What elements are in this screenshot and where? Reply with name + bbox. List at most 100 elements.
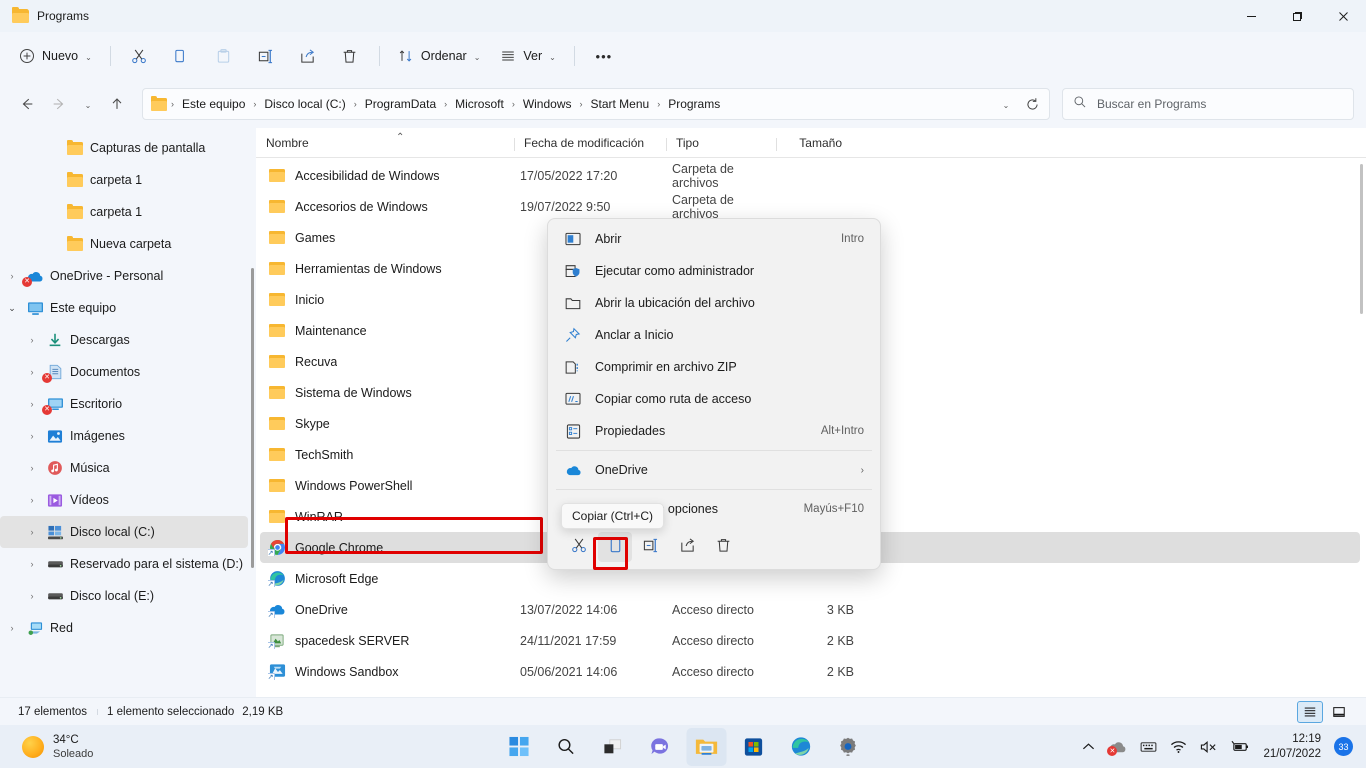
column-header-date[interactable]: Fecha de modificación: [514, 136, 666, 157]
sidebar-item-m-sica[interactable]: › Música: [0, 452, 248, 484]
column-header-type[interactable]: Tipo: [666, 136, 776, 157]
chevron-right-icon[interactable]: ›: [4, 271, 20, 281]
wifi-icon[interactable]: [1170, 740, 1187, 754]
sidebar-item-disco-local-c[interactable]: › Disco local (C:): [0, 516, 248, 548]
sidebar-item-capturas-de-pantalla[interactable]: Capturas de pantalla: [0, 132, 248, 164]
sidebar-item-im-genes[interactable]: › Imágenes: [0, 420, 248, 452]
back-button[interactable]: [12, 89, 42, 119]
context-delete-button[interactable]: [706, 532, 740, 562]
chevron-right-icon[interactable]: ›: [24, 431, 40, 441]
new-button[interactable]: Nuevo ⌄: [10, 40, 101, 72]
close-button[interactable]: [1320, 0, 1366, 32]
context-rename-button[interactable]: [634, 532, 668, 562]
large-icons-view-button[interactable]: [1326, 701, 1352, 723]
sidebar-item-este-equipo[interactable]: ⌄ Este equipo: [0, 292, 248, 324]
battery-icon[interactable]: [1231, 740, 1250, 753]
chevron-right-icon[interactable]: ›: [24, 335, 40, 345]
refresh-button[interactable]: [1019, 91, 1045, 117]
breadcrumb-item-0[interactable]: Este equipo: [176, 93, 251, 115]
settings-button[interactable]: [828, 728, 868, 766]
view-button[interactable]: Ver ⌄: [491, 40, 564, 72]
sidebar-item-onedrive-personal[interactable]: › ✕ OneDrive - Personal: [0, 260, 248, 292]
search-taskbar-button[interactable]: [546, 728, 586, 766]
breadcrumb-item-3[interactable]: Microsoft: [449, 93, 510, 115]
share-button[interactable]: [288, 40, 328, 72]
context-cut-button[interactable]: [562, 532, 596, 562]
chevron-right-icon[interactable]: ›: [4, 623, 20, 633]
context-menu-item-comprimir-en-archivo-zip[interactable]: Comprimir en archivo ZIP: [552, 351, 876, 383]
address-bar[interactable]: › Este equipo › Disco local (C:) › Progr…: [142, 88, 1050, 120]
chevron-right-icon[interactable]: ›: [24, 367, 40, 377]
forward-button[interactable]: [44, 89, 74, 119]
breadcrumb-item-4[interactable]: Windows: [517, 93, 578, 115]
paste-button[interactable]: [204, 40, 244, 72]
volume-muted-icon[interactable]: [1200, 740, 1218, 754]
context-menu-item-copiar-como-ruta-de-acceso[interactable]: Copiar como ruta de acceso: [552, 383, 876, 415]
chat-button[interactable]: [640, 728, 680, 766]
start-button[interactable]: [499, 728, 539, 766]
context-menu-item-abrir-la-ubicaci-n-del-archivo[interactable]: Abrir la ubicación del archivo: [552, 287, 876, 319]
sidebar-item-descargas[interactable]: › Descargas: [0, 324, 248, 356]
sidebar-item-disco-local-e[interactable]: › Disco local (E:): [0, 580, 248, 612]
microsoft-store-button[interactable]: [734, 728, 774, 766]
tray-overflow-button[interactable]: [1082, 742, 1095, 752]
minimize-button[interactable]: [1228, 0, 1274, 32]
context-menu-item-propiedades[interactable]: Propiedades Alt+Intro: [552, 415, 876, 447]
table-row[interactable]: ↗ spacedesk SERVER 24/11/2021 17:59 Acceso …: [260, 625, 1360, 656]
onedrive-tray-icon[interactable]: ✕: [1107, 740, 1127, 756]
context-menu-item-ejecutar-como-administrador[interactable]: Ejecutar como administrador: [552, 255, 876, 287]
search-input[interactable]: Buscar en Programs: [1097, 97, 1206, 111]
chevron-right-icon[interactable]: ›: [24, 559, 40, 569]
sidebar-item-escritorio[interactable]: › ✕ Escritorio: [0, 388, 248, 420]
chevron-right-icon[interactable]: ›: [24, 591, 40, 601]
task-view-button[interactable]: [593, 728, 633, 766]
recent-locations-button[interactable]: ⌄: [76, 89, 100, 119]
clock[interactable]: 12:19 21/07/2022: [1263, 732, 1321, 762]
maximize-button[interactable]: [1274, 0, 1320, 32]
chevron-right-icon[interactable]: ›: [24, 527, 40, 537]
sidebar-item-v-deos[interactable]: › Vídeos: [0, 484, 248, 516]
edge-button[interactable]: [781, 728, 821, 766]
sidebar-scrollbar-thumb[interactable]: [251, 268, 254, 568]
search-box[interactable]: Buscar en Programs: [1062, 88, 1354, 120]
context-share-button[interactable]: [670, 532, 704, 562]
more-options-button[interactable]: •••: [584, 40, 624, 72]
column-header-name[interactable]: Nombre ⌃: [256, 132, 514, 157]
sidebar-item-documentos[interactable]: › ✕ Documentos: [0, 356, 248, 388]
table-row[interactable]: ↗ Windows Sandbox 05/06/2021 14:06 Acceso d…: [260, 656, 1360, 687]
context-menu-item-abrir[interactable]: Abrir Intro: [552, 223, 876, 255]
sidebar-item-carpeta-1[interactable]: carpeta 1: [0, 196, 248, 228]
sort-button[interactable]: Ordenar ⌄: [389, 40, 490, 72]
keyboard-icon[interactable]: [1140, 741, 1157, 753]
chevron-right-icon[interactable]: ›: [24, 399, 40, 409]
cut-button[interactable]: [120, 40, 160, 72]
context-copy-button[interactable]: [598, 532, 632, 562]
sidebar-item-red[interactable]: › Red: [0, 612, 248, 644]
table-row[interactable]: ↗ OneDrive 13/07/2022 14:06 Acceso directo 3…: [260, 594, 1360, 625]
context-menu-item-anclar-a-inicio[interactable]: Anclar a Inicio: [552, 319, 876, 351]
sidebar-item-nueva-carpeta[interactable]: Nueva carpeta: [0, 228, 248, 260]
explorer-tab[interactable]: Programs: [0, 7, 1228, 23]
chevron-right-icon[interactable]: ›: [24, 495, 40, 505]
file-list-scrollbar-thumb[interactable]: [1360, 164, 1363, 314]
file-explorer-button[interactable]: [686, 727, 727, 766]
delete-button[interactable]: [330, 40, 370, 72]
breadcrumb-item-5[interactable]: Start Menu: [585, 93, 656, 115]
table-row[interactable]: Accesibilidad de Windows 17/05/2022 17:20…: [260, 160, 1360, 191]
up-button[interactable]: [102, 89, 132, 119]
chevron-down-icon[interactable]: ⌄: [4, 303, 20, 314]
weather-widget[interactable]: 34°C Soleado: [0, 733, 93, 761]
address-dropdown-button[interactable]: ⌄: [993, 91, 1019, 117]
breadcrumb-item-6[interactable]: Programs: [662, 93, 726, 115]
breadcrumb-item-2[interactable]: ProgramData: [359, 93, 442, 115]
chevron-right-icon[interactable]: ›: [24, 463, 40, 473]
column-header-size[interactable]: Tamaño: [776, 136, 856, 157]
copy-button[interactable]: [162, 40, 202, 72]
notification-badge[interactable]: 33: [1334, 737, 1353, 756]
breadcrumb-item-1[interactable]: Disco local (C:): [258, 93, 351, 115]
sidebar-item-reservado-para-el-sistema-d[interactable]: › Reservado para el sistema (D:): [0, 548, 248, 580]
details-view-button[interactable]: [1297, 700, 1323, 723]
context-menu-item-onedrive[interactable]: OneDrive ›: [552, 454, 876, 486]
sidebar-item-carpeta-1[interactable]: carpeta 1: [0, 164, 248, 196]
rename-button[interactable]: [246, 40, 286, 72]
